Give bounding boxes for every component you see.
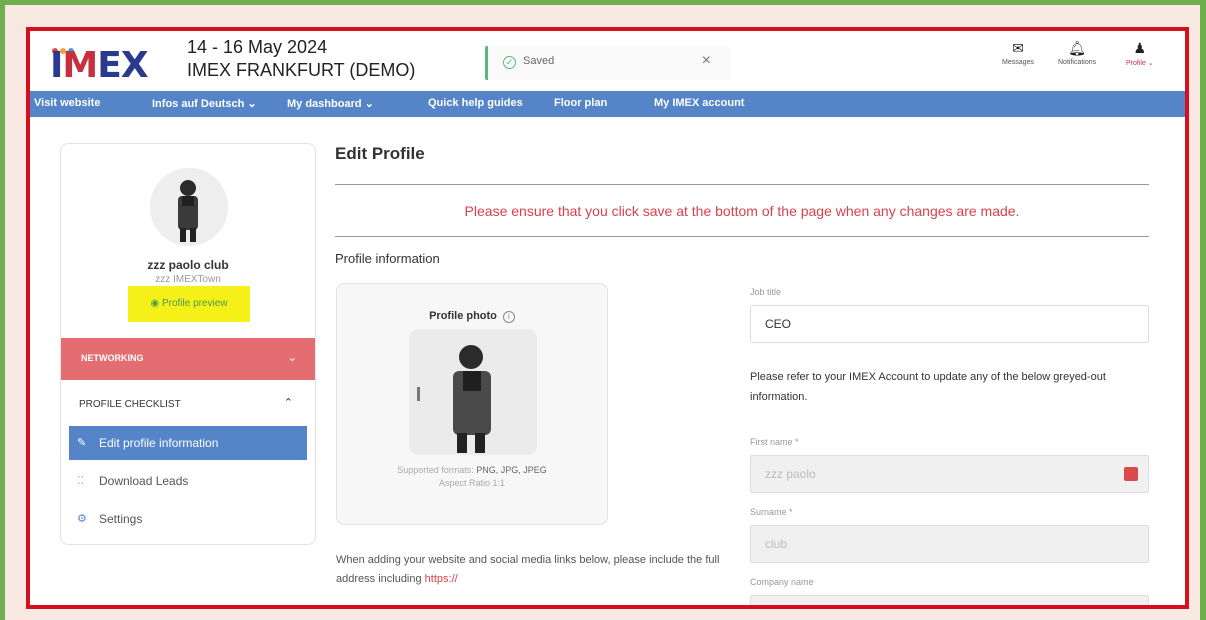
sidebar-item-label: Settings bbox=[99, 512, 143, 526]
profile-label: Profile ⌄ bbox=[1126, 60, 1154, 67]
page-title: Edit Profile bbox=[335, 144, 425, 163]
supported-formats: Supported formats: PNG, JPG, JPEG bbox=[397, 465, 547, 475]
profile-photo-upload[interactable] bbox=[409, 329, 537, 455]
nav-my-imex-account[interactable]: My IMEX account bbox=[654, 97, 744, 109]
bell-icon: 🔔︎ bbox=[1068, 40, 1086, 56]
aspect-ratio: Aspect Ratio 1:1 bbox=[438, 478, 506, 488]
close-icon[interactable]: × bbox=[702, 52, 711, 70]
annotation-frame: IMEX 14 - 16 May 2024 IMEX FRANKFURT (DE… bbox=[26, 27, 1189, 609]
notifications-label: Notifications bbox=[1058, 59, 1097, 66]
refer-note: Please refer to your IMEX Account to upd… bbox=[750, 371, 1106, 403]
pencil-icon: ✎ bbox=[77, 437, 87, 449]
sidebar-item-settings[interactable]: ⚙ Settings bbox=[69, 502, 307, 536]
profile-menu-button[interactable]: ♟ Profile ⌄ bbox=[1126, 39, 1154, 67]
chevron-up-icon: ⌃ bbox=[283, 397, 293, 409]
app-header: IMEX 14 - 16 May 2024 IMEX FRANKFURT (DE… bbox=[30, 31, 1185, 91]
messages-button[interactable]: ✉ Messages bbox=[1002, 39, 1034, 66]
profile-photo-title: Profile photo i bbox=[337, 310, 607, 323]
save-warning: Please ensure that you click save at the… bbox=[464, 203, 1020, 219]
notifications-button[interactable]: 🔔︎ Notifications bbox=[1058, 39, 1096, 66]
sidebar-item-edit-profile[interactable]: ✎ Edit profile information bbox=[69, 426, 307, 460]
company-name-label: Company name bbox=[750, 577, 814, 587]
person-photo-icon bbox=[150, 168, 228, 246]
gear-icon: ⚙ bbox=[77, 513, 87, 525]
avatar bbox=[150, 168, 228, 246]
profile-photo-card: Profile photo i Supported formats: PNG, J… bbox=[336, 283, 608, 525]
profile-preview-button[interactable]: ◉ Profile preview bbox=[128, 286, 250, 322]
logo-wordmark: IMEX bbox=[50, 45, 149, 86]
info-icon[interactable]: i bbox=[502, 311, 515, 323]
toast-message: Saved bbox=[523, 55, 555, 67]
job-title-label: Job title bbox=[750, 287, 782, 297]
first-name-label: First name * bbox=[750, 437, 799, 447]
event-dates: 14 - 16 May 2024 bbox=[187, 37, 328, 57]
imex-logo[interactable]: IMEX bbox=[50, 41, 150, 86]
divider bbox=[335, 236, 1149, 237]
sidebar-item-label: Edit profile information bbox=[99, 436, 219, 450]
profile-sidebar: zzz paolo club zzz IMEXTown ◉ Profile pr… bbox=[60, 143, 316, 545]
main-nav: Visit website Infos auf Deutsch ⌄ My das… bbox=[30, 91, 1185, 117]
eye-icon: ◉ bbox=[150, 298, 162, 309]
networking-label: NETWORKING bbox=[81, 353, 144, 363]
networking-section[interactable]: NETWORKING ⌄ bbox=[61, 338, 315, 380]
nav-infos-deutsch[interactable]: Infos auf Deutsch ⌄ bbox=[152, 97, 257, 110]
contact-card-icon bbox=[1124, 467, 1138, 481]
event-name: IMEX FRANKFURT (DEMO) bbox=[187, 60, 416, 80]
user-name: zzz paolo club bbox=[147, 258, 229, 272]
check-circle-icon: ✓ bbox=[503, 56, 516, 69]
nav-my-dashboard[interactable]: My dashboard ⌄ bbox=[287, 97, 374, 110]
profile-checklist-section[interactable]: PROFILE CHECKLIST ⌃ bbox=[61, 382, 315, 426]
sidebar-item-download-leads[interactable]: ⁚⁚ Download Leads bbox=[69, 464, 307, 498]
surname-field: club bbox=[750, 525, 1149, 563]
first-name-field: zzz paolo bbox=[750, 455, 1149, 493]
user-icon: ♟ bbox=[1133, 40, 1147, 56]
website-note: When adding your website and social medi… bbox=[336, 554, 720, 585]
divider bbox=[335, 184, 1149, 185]
section-title: Profile information bbox=[335, 251, 440, 266]
nav-quick-help[interactable]: Quick help guides bbox=[428, 97, 523, 109]
company-name-field bbox=[750, 595, 1149, 605]
sidebar-item-label: Download Leads bbox=[99, 474, 189, 488]
envelope-icon: ✉ bbox=[1012, 40, 1024, 56]
person-photo-icon bbox=[409, 329, 537, 455]
job-title-input[interactable]: CEO bbox=[750, 305, 1149, 343]
checklist-label: PROFILE CHECKLIST bbox=[79, 399, 181, 410]
first-name-value: zzz paolo bbox=[765, 467, 816, 481]
chevron-down-icon: ⌄ bbox=[287, 352, 297, 364]
user-organization: zzz IMEXTown bbox=[155, 274, 221, 285]
profile-preview-label: Profile preview bbox=[161, 298, 228, 309]
nav-floor-plan[interactable]: Floor plan bbox=[554, 97, 607, 109]
saved-toast: ✓ Saved × bbox=[485, 46, 731, 80]
nav-visit-website[interactable]: Visit website bbox=[34, 97, 100, 109]
messages-label: Messages bbox=[1002, 59, 1034, 66]
surname-label: Surname * bbox=[750, 507, 793, 517]
https-link: https:// bbox=[424, 573, 458, 585]
grid-icon: ⁚⁚ bbox=[77, 475, 84, 487]
